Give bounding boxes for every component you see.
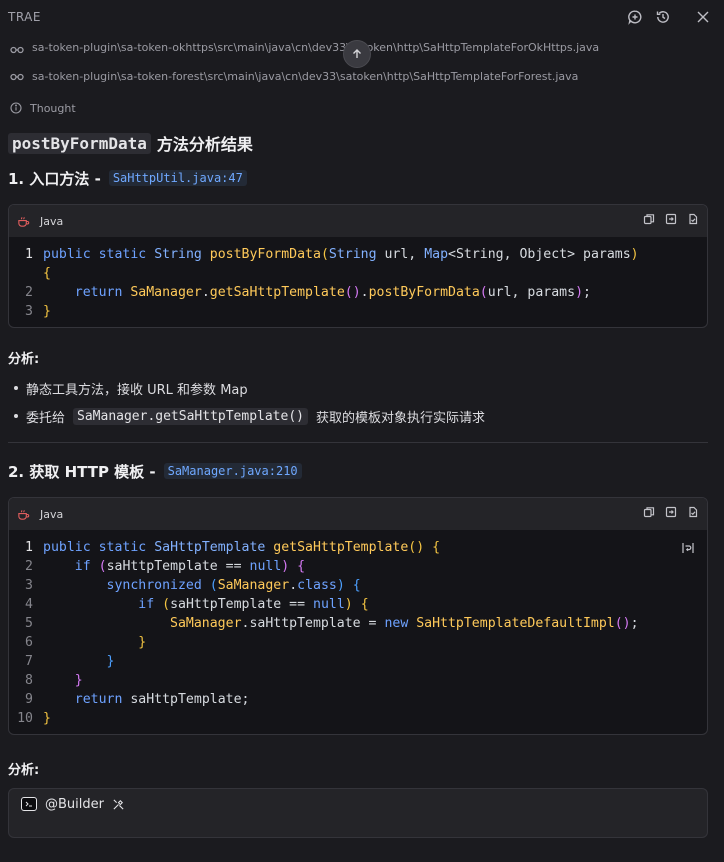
tools-icon[interactable] bbox=[112, 798, 125, 811]
page-title-text: 方法分析结果 bbox=[156, 135, 253, 154]
java-icon bbox=[18, 216, 30, 227]
code-block-2: Java 1 public static SaHttpTemplate getSa… bbox=[8, 497, 708, 735]
line-number: 7 bbox=[25, 654, 33, 669]
list-item: 静态工具方法，接收 URL 和参数 Map bbox=[8, 374, 716, 402]
code-language-label: Java bbox=[40, 507, 64, 521]
line-number: 3 bbox=[25, 578, 33, 593]
thought-toggle[interactable]: Thought bbox=[8, 98, 716, 118]
line-number: 10 bbox=[17, 711, 33, 726]
code-language-label: Java bbox=[40, 214, 64, 228]
list-item: 委托给 SaManager.getSaHttpTemplate() 获取的模板对… bbox=[8, 402, 716, 430]
file-reference-path: sa-token-plugin\sa-token-okhttps\src\mai… bbox=[32, 41, 600, 54]
java-icon bbox=[18, 509, 30, 520]
insert-icon[interactable] bbox=[665, 213, 677, 229]
analysis-list: 静态工具方法，接收 URL 和参数 Map 委托给 SaManager.getS… bbox=[8, 374, 716, 430]
title-actions bbox=[626, 8, 712, 26]
line-number: 1 bbox=[25, 540, 33, 555]
builder-agent-icon bbox=[21, 797, 37, 811]
line-number: 1 bbox=[25, 247, 33, 262]
glasses-icon bbox=[10, 46, 24, 54]
line-number: 8 bbox=[25, 673, 33, 688]
history-icon[interactable] bbox=[654, 8, 672, 26]
arrow-up-icon bbox=[353, 49, 361, 58]
page-title: postByFormData 方法分析结果 bbox=[8, 130, 716, 156]
scroll-to-top-button[interactable] bbox=[343, 40, 371, 68]
builder-input[interactable]: @Builder bbox=[8, 788, 708, 838]
code-block-header: Java bbox=[9, 205, 707, 237]
line-number: 4 bbox=[25, 597, 33, 612]
step-1-title: 1. 入口方法 - bbox=[8, 169, 101, 188]
close-icon[interactable] bbox=[694, 8, 712, 26]
line-number: 3 bbox=[25, 304, 33, 319]
code-block-1: Java 1 public static String postByFormDat… bbox=[8, 204, 708, 328]
thought-label: Thought bbox=[30, 101, 76, 115]
line-number: 9 bbox=[25, 692, 33, 707]
code-content[interactable]: 1 public static String postByFormData(Str… bbox=[9, 237, 707, 327]
step-2-file-link[interactable]: SaManager.java:210 bbox=[163, 463, 302, 479]
add-chat-icon[interactable] bbox=[626, 8, 644, 26]
file-reference-path: sa-token-plugin\sa-token-forest\src\main… bbox=[32, 69, 579, 83]
analysis-label: 分析: bbox=[8, 762, 40, 778]
apply-icon[interactable] bbox=[687, 506, 699, 522]
line-number: 5 bbox=[25, 616, 33, 631]
file-reference[interactable]: sa-token-plugin\sa-token-forest\src\main… bbox=[8, 66, 716, 86]
copy-icon[interactable] bbox=[643, 213, 655, 229]
inline-code: SaManager.getSaHttpTemplate() bbox=[73, 407, 308, 425]
method-name-code: postByFormData bbox=[8, 132, 151, 154]
code-content[interactable]: 1 public static SaHttpTemplate getSaHttpT… bbox=[9, 530, 707, 734]
step-1-heading: 1. 入口方法 - SaHttpUtil.java:47 bbox=[8, 166, 716, 190]
line-number: 6 bbox=[25, 635, 33, 650]
glasses-icon bbox=[10, 73, 24, 81]
step-1-file-link[interactable]: SaHttpUtil.java:47 bbox=[108, 170, 247, 186]
step-2-title: 2. 获取 HTTP 模板 - bbox=[8, 462, 156, 481]
chat-content: sa-token-plugin\sa-token-okhttps\src\mai… bbox=[0, 34, 724, 862]
insert-icon[interactable] bbox=[665, 506, 677, 522]
word-wrap-icon[interactable] bbox=[677, 538, 699, 558]
builder-label: @Builder bbox=[45, 796, 104, 812]
step-2-heading: 2. 获取 HTTP 模板 - SaManager.java:210 bbox=[8, 459, 716, 483]
app-title: TRAE bbox=[8, 10, 41, 24]
info-icon bbox=[10, 102, 22, 114]
code-block-header: Java bbox=[9, 498, 707, 530]
analysis-label: 分析: bbox=[8, 351, 40, 367]
line-number: 2 bbox=[25, 559, 33, 574]
copy-icon[interactable] bbox=[643, 506, 655, 522]
title-bar: TRAE bbox=[0, 0, 724, 34]
line-number: 2 bbox=[25, 285, 33, 300]
apply-icon[interactable] bbox=[687, 213, 699, 229]
